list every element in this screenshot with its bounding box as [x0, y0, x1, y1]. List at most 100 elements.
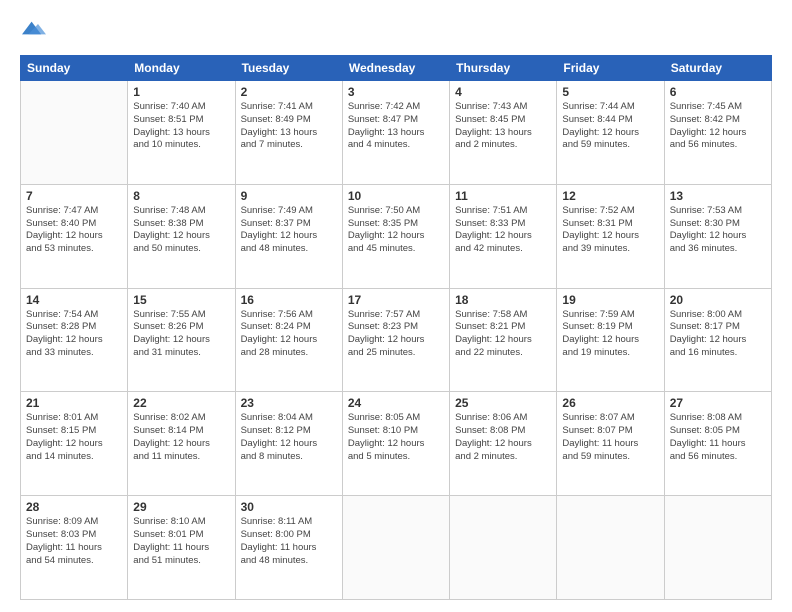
day-number: 30: [241, 500, 337, 514]
calendar-cell: 8 Sunrise: 7:48 AM Sunset: 8:38 PM Daylig…: [128, 184, 235, 288]
day-info: Sunrise: 7:40 AM Sunset: 8:51 PM Dayligh…: [133, 101, 229, 152]
calendar-cell: 13 Sunrise: 7:53 AM Sunset: 8:30 PM Dayli…: [664, 184, 771, 288]
day-info: Sunrise: 7:41 AM Sunset: 8:49 PM Dayligh…: [241, 101, 337, 152]
header-day-sunday: Sunday: [21, 56, 128, 81]
day-info: Sunrise: 7:43 AM Sunset: 8:45 PM Dayligh…: [455, 101, 551, 152]
day-info: Sunrise: 8:10 AM Sunset: 8:01 PM Dayligh…: [133, 516, 229, 567]
calendar-cell: 20Sunrise: 8:00 AM Sunset: 8:17 PM Dayli…: [664, 288, 771, 392]
day-number: 8: [133, 189, 229, 203]
calendar-cell: [664, 496, 771, 600]
calendar-cell: 6 Sunrise: 7:45 AM Sunset: 8:42 PM Daylig…: [664, 81, 771, 185]
day-number: 29: [133, 500, 229, 514]
header: [20, 16, 772, 45]
calendar-cell: 21 Sunrise: 8:01 AM Sunset: 8:15 PM Dayli…: [21, 392, 128, 496]
day-info: Sunrise: 8:05 AM Sunset: 8:10 PM Dayligh…: [348, 412, 444, 463]
day-info: Sunrise: 8:02 AM Sunset: 8:14 PM Dayligh…: [133, 412, 229, 463]
week-row-2: 7Sunrise: 7:47 AM Sunset: 8:40 PM Daylig…: [21, 184, 772, 288]
day-info: Sunrise: 7:57 AM Sunset: 8:23 PM Dayligh…: [348, 309, 444, 360]
day-info: Sunrise: 7:55 AM Sunset: 8:26 PM Dayligh…: [133, 309, 229, 360]
header-day-thursday: Thursday: [450, 56, 557, 81]
day-number: 12: [562, 189, 658, 203]
day-number: 10: [348, 189, 444, 203]
day-info: Sunrise: 7:52 AM Sunset: 8:31 PM Dayligh…: [562, 205, 658, 256]
week-row-5: 28Sunrise: 8:09 AM Sunset: 8:03 PM Dayli…: [21, 496, 772, 600]
calendar-cell: 5Sunrise: 7:44 AM Sunset: 8:44 PM Daylig…: [557, 81, 664, 185]
day-number: 2: [241, 85, 337, 99]
calendar-cell: 29 Sunrise: 8:10 AM Sunset: 8:01 PM Dayli…: [128, 496, 235, 600]
day-number: 25: [455, 396, 551, 410]
day-info: Sunrise: 7:45 AM Sunset: 8:42 PM Dayligh…: [670, 101, 766, 152]
calendar-cell: 22Sunrise: 8:02 AM Sunset: 8:14 PM Dayli…: [128, 392, 235, 496]
day-info: Sunrise: 8:07 AM Sunset: 8:07 PM Dayligh…: [562, 412, 658, 463]
calendar-cell: 26 Sunrise: 8:07 AM Sunset: 8:07 PM Dayli…: [557, 392, 664, 496]
logo: [20, 16, 46, 45]
day-info: Sunrise: 7:50 AM Sunset: 8:35 PM Dayligh…: [348, 205, 444, 256]
day-number: 1: [133, 85, 229, 99]
header-day-saturday: Saturday: [664, 56, 771, 81]
header-day-monday: Monday: [128, 56, 235, 81]
calendar-cell: [21, 81, 128, 185]
day-info: Sunrise: 7:51 AM Sunset: 8:33 PM Dayligh…: [455, 205, 551, 256]
day-info: Sunrise: 8:01 AM Sunset: 8:15 PM Dayligh…: [26, 412, 122, 463]
calendar-table: SundayMondayTuesdayWednesdayThursdayFrid…: [20, 55, 772, 600]
day-number: 11: [455, 189, 551, 203]
calendar-cell: 16 Sunrise: 7:56 AM Sunset: 8:24 PM Dayli…: [235, 288, 342, 392]
day-info: Sunrise: 7:53 AM Sunset: 8:30 PM Dayligh…: [670, 205, 766, 256]
day-number: 14: [26, 293, 122, 307]
week-row-1: 1 Sunrise: 7:40 AM Sunset: 8:51 PM Daylig…: [21, 81, 772, 185]
day-info: Sunrise: 8:08 AM Sunset: 8:05 PM Dayligh…: [670, 412, 766, 463]
calendar-cell: 1 Sunrise: 7:40 AM Sunset: 8:51 PM Daylig…: [128, 81, 235, 185]
calendar-cell: 18 Sunrise: 7:58 AM Sunset: 8:21 PM Dayli…: [450, 288, 557, 392]
day-info: Sunrise: 7:47 AM Sunset: 8:40 PM Dayligh…: [26, 205, 122, 256]
day-number: 17: [348, 293, 444, 307]
calendar-cell: [450, 496, 557, 600]
calendar-cell: 15 Sunrise: 7:55 AM Sunset: 8:26 PM Dayli…: [128, 288, 235, 392]
calendar-cell: 17 Sunrise: 7:57 AM Sunset: 8:23 PM Dayli…: [342, 288, 449, 392]
day-number: 27: [670, 396, 766, 410]
day-number: 23: [241, 396, 337, 410]
day-info: Sunrise: 7:59 AM Sunset: 8:19 PM Dayligh…: [562, 309, 658, 360]
calendar-cell: 30 Sunrise: 8:11 AM Sunset: 8:00 PM Dayli…: [235, 496, 342, 600]
day-number: 6: [670, 85, 766, 99]
calendar-cell: 27 Sunrise: 8:08 AM Sunset: 8:05 PM Dayli…: [664, 392, 771, 496]
day-info: Sunrise: 8:04 AM Sunset: 8:12 PM Dayligh…: [241, 412, 337, 463]
calendar-cell: 2 Sunrise: 7:41 AM Sunset: 8:49 PM Daylig…: [235, 81, 342, 185]
day-info: Sunrise: 8:11 AM Sunset: 8:00 PM Dayligh…: [241, 516, 337, 567]
calendar-cell: 11 Sunrise: 7:51 AM Sunset: 8:33 PM Dayli…: [450, 184, 557, 288]
calendar-cell: 25 Sunrise: 8:06 AM Sunset: 8:08 PM Dayli…: [450, 392, 557, 496]
day-info: Sunrise: 7:56 AM Sunset: 8:24 PM Dayligh…: [241, 309, 337, 360]
header-day-friday: Friday: [557, 56, 664, 81]
day-number: 26: [562, 396, 658, 410]
calendar-cell: 28Sunrise: 8:09 AM Sunset: 8:03 PM Dayli…: [21, 496, 128, 600]
day-number: 20: [670, 293, 766, 307]
day-info: Sunrise: 8:06 AM Sunset: 8:08 PM Dayligh…: [455, 412, 551, 463]
calendar-cell: [557, 496, 664, 600]
calendar-cell: [342, 496, 449, 600]
day-number: 18: [455, 293, 551, 307]
day-info: Sunrise: 7:48 AM Sunset: 8:38 PM Dayligh…: [133, 205, 229, 256]
week-row-4: 21 Sunrise: 8:01 AM Sunset: 8:15 PM Dayli…: [21, 392, 772, 496]
day-number: 19: [562, 293, 658, 307]
calendar-cell: 12 Sunrise: 7:52 AM Sunset: 8:31 PM Dayli…: [557, 184, 664, 288]
calendar-cell: 14Sunrise: 7:54 AM Sunset: 8:28 PM Dayli…: [21, 288, 128, 392]
day-info: Sunrise: 7:58 AM Sunset: 8:21 PM Dayligh…: [455, 309, 551, 360]
day-info: Sunrise: 7:49 AM Sunset: 8:37 PM Dayligh…: [241, 205, 337, 256]
calendar-cell: 19 Sunrise: 7:59 AM Sunset: 8:19 PM Dayli…: [557, 288, 664, 392]
day-number: 16: [241, 293, 337, 307]
calendar-cell: 3Sunrise: 7:42 AM Sunset: 8:47 PM Daylig…: [342, 81, 449, 185]
day-info: Sunrise: 7:44 AM Sunset: 8:44 PM Dayligh…: [562, 101, 658, 152]
week-row-3: 14Sunrise: 7:54 AM Sunset: 8:28 PM Dayli…: [21, 288, 772, 392]
page: SundayMondayTuesdayWednesdayThursdayFrid…: [0, 0, 792, 612]
calendar-cell: 10 Sunrise: 7:50 AM Sunset: 8:35 PM Dayli…: [342, 184, 449, 288]
day-number: 9: [241, 189, 337, 203]
day-number: 21: [26, 396, 122, 410]
day-number: 15: [133, 293, 229, 307]
logo-icon: [22, 16, 46, 40]
calendar-cell: 24 Sunrise: 8:05 AM Sunset: 8:10 PM Dayli…: [342, 392, 449, 496]
header-day-tuesday: Tuesday: [235, 56, 342, 81]
header-day-wednesday: Wednesday: [342, 56, 449, 81]
day-number: 24: [348, 396, 444, 410]
calendar-cell: 23 Sunrise: 8:04 AM Sunset: 8:12 PM Dayli…: [235, 392, 342, 496]
day-number: 13: [670, 189, 766, 203]
header-row: SundayMondayTuesdayWednesdayThursdayFrid…: [21, 56, 772, 81]
